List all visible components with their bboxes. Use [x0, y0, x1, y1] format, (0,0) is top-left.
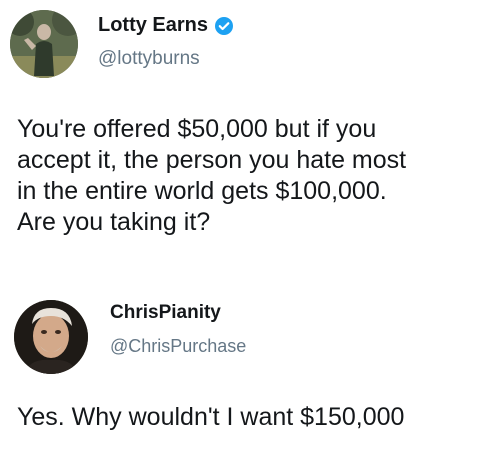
avatar[interactable]	[14, 300, 88, 374]
tweet-reply: ChrisPianity @ChrisPurchase Yes. Why wou…	[0, 290, 500, 464]
avatar[interactable]	[10, 10, 78, 78]
author-handle[interactable]: @ChrisPurchase	[110, 336, 246, 357]
author-handle[interactable]: @lottyburns	[98, 48, 200, 70]
display-name[interactable]: Lotty Earns	[98, 14, 208, 37]
tweet-original: Lotty Earns @lottyburns You're offered $…	[0, 0, 500, 270]
tweet-text: You're offered $50,000 but if you accept…	[17, 115, 407, 236]
display-name[interactable]: ChrisPianity	[110, 302, 221, 324]
avatar-photo	[10, 10, 78, 78]
verified-badge-icon	[214, 16, 234, 36]
avatar-photo	[14, 300, 88, 374]
author-name-row[interactable]: Lotty Earns	[98, 14, 234, 37]
author-name-row[interactable]: ChrisPianity	[110, 302, 221, 324]
tweet-text: Yes. Why wouldn't I want $150,000	[17, 403, 405, 431]
